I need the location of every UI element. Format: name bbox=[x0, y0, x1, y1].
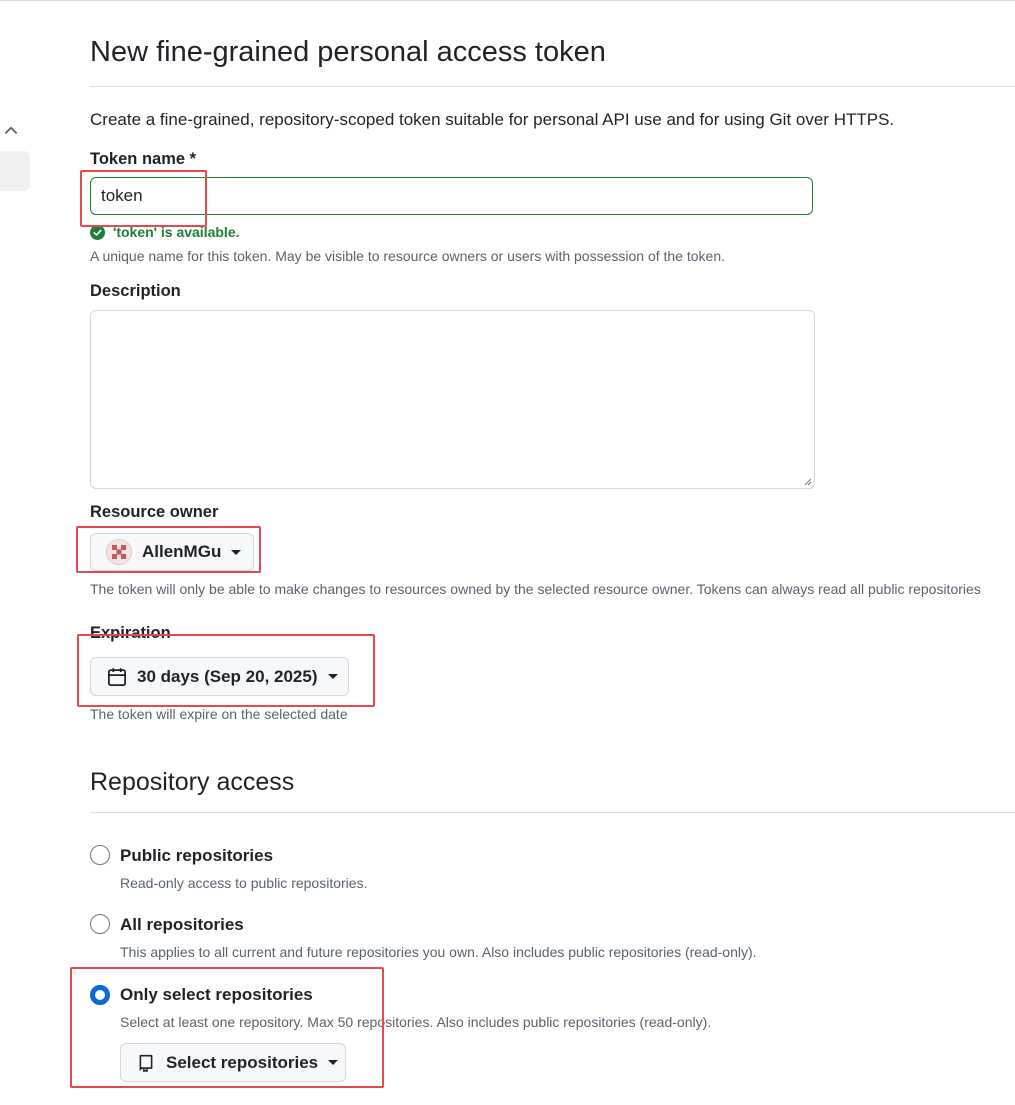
only-select-repositories-help: Select at least one repository. Max 50 r… bbox=[120, 1014, 712, 1030]
resource-owner-value: AllenMGu bbox=[142, 542, 222, 561]
page-lead: Create a fine-grained, repository-scoped… bbox=[90, 110, 895, 129]
check-circle-icon bbox=[90, 224, 105, 240]
public-repositories-help: Read-only access to public repositories. bbox=[120, 875, 368, 891]
page-title: New fine-grained personal access token bbox=[90, 36, 606, 68]
resource-owner-help: The token will only be able to make chan… bbox=[90, 581, 981, 597]
only-select-repositories-label[interactable]: Only select repositories bbox=[120, 985, 313, 1005]
sidebar-active-item[interactable] bbox=[0, 151, 30, 191]
chevron-up-icon[interactable] bbox=[2, 121, 20, 139]
expiration-help: The token will expire on the selected da… bbox=[90, 706, 348, 722]
expiration-label: Expiration bbox=[90, 624, 171, 642]
description-label: Description bbox=[90, 282, 181, 300]
resize-grip-icon[interactable] bbox=[802, 476, 812, 486]
expiration-value: 30 days (Sep 20, 2025) bbox=[137, 666, 318, 686]
select-repositories-label: Select repositories bbox=[166, 1052, 319, 1072]
token-name-help: A unique name for this token. May be vis… bbox=[90, 248, 725, 264]
only-select-repositories-radio[interactable] bbox=[90, 985, 110, 1005]
chevron-down-icon bbox=[328, 1060, 339, 1065]
repository-access-divider bbox=[90, 812, 1015, 813]
all-repositories-radio[interactable] bbox=[90, 914, 110, 934]
public-repositories-radio[interactable] bbox=[90, 845, 110, 865]
resource-owner-select[interactable]: AllenMGu bbox=[90, 533, 254, 571]
resource-owner-label: Resource owner bbox=[90, 503, 219, 521]
token-name-status-text: 'token' is available. bbox=[113, 224, 240, 240]
avatar bbox=[106, 539, 132, 565]
select-repositories-button[interactable]: Select repositories bbox=[120, 1043, 346, 1082]
all-repositories-help: This applies to all current and future r… bbox=[120, 944, 757, 960]
title-divider bbox=[90, 86, 1015, 87]
chevron-down-icon bbox=[327, 674, 338, 679]
public-repositories-label[interactable]: Public repositories bbox=[120, 846, 273, 866]
all-repositories-label[interactable]: All repositories bbox=[120, 915, 244, 935]
expiration-select[interactable]: 30 days (Sep 20, 2025) bbox=[90, 657, 349, 696]
repo-icon bbox=[139, 1054, 153, 1072]
chevron-down-icon bbox=[231, 549, 242, 555]
repository-access-heading: Repository access bbox=[90, 768, 295, 796]
token-name-input[interactable]: token bbox=[90, 177, 813, 215]
calendar-icon bbox=[108, 667, 126, 686]
token-name-status: 'token' is available. bbox=[90, 224, 240, 240]
description-textarea[interactable] bbox=[90, 310, 815, 489]
top-border bbox=[0, 0, 1015, 1]
token-name-label: Token name * bbox=[90, 150, 197, 168]
